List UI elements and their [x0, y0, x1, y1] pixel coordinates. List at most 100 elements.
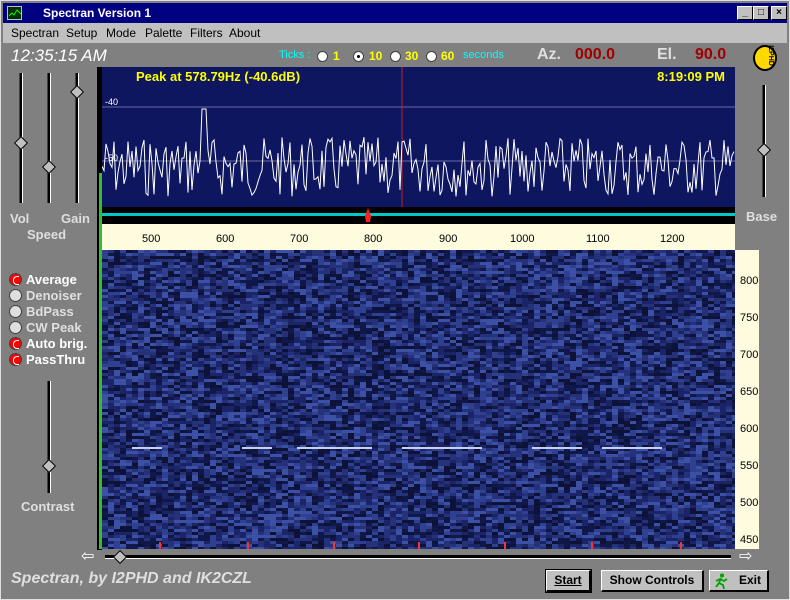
spectrum-display[interactable]: Peak at 578.79Hz (-40.6dB) 8:19:09 PM -4…	[102, 67, 735, 207]
speed-slider-thumb[interactable]	[41, 159, 57, 175]
minimize-button[interactable]: _	[737, 6, 753, 20]
base-slider-thumb[interactable]	[756, 142, 772, 158]
toggle-passthru[interactable]: PassThru	[9, 351, 99, 367]
passband-line	[102, 213, 735, 216]
menu-palette[interactable]: Palette	[145, 26, 182, 40]
gain-slider[interactable]	[69, 73, 85, 203]
tick-radio-60[interactable]	[426, 51, 437, 62]
toggle-bdpass[interactable]: BdPass	[9, 303, 99, 319]
title-bar: Spectran Version 1 _ □ ×	[3, 3, 787, 23]
peak-time: 8:19:09 PM	[657, 69, 725, 84]
vol-slider-thumb[interactable]	[13, 135, 29, 151]
db-label-minus-40: -40	[105, 97, 119, 107]
speed-slider-track	[47, 73, 51, 203]
freq-tick: 1000	[510, 233, 535, 245]
close-button[interactable]: ×	[771, 6, 787, 20]
vol-slider[interactable]	[13, 73, 29, 203]
peak-readout: Peak at 578.79Hz (-40.6dB)	[136, 69, 301, 84]
toggle-denoiser[interactable]: Denoiser	[9, 287, 99, 303]
spectrum-trace	[102, 67, 735, 207]
freq-tick: 1200	[660, 233, 685, 245]
menu-bar: Spectran Setup Mode Palette Filters Abou…	[3, 23, 787, 43]
show-controls-label: Show Controls	[609, 573, 695, 587]
frequency-axis: 500 600 700 800 900 1000 1100 1200	[102, 224, 735, 250]
toggle-label: PassThru	[26, 352, 86, 367]
db-label-minus-50: -50	[105, 153, 119, 163]
base-label: Base	[746, 209, 778, 224]
waterfall-image	[102, 250, 735, 549]
start-button[interactable]: Start	[545, 569, 592, 593]
tick-option-1[interactable]: 1	[333, 49, 340, 63]
gain-label: Gain	[61, 211, 90, 226]
menu-mode[interactable]: Mode	[106, 26, 136, 40]
wf-tick: 600	[740, 423, 759, 435]
toggle-indicator	[9, 321, 22, 334]
contrast-label: Contrast	[21, 499, 75, 514]
i2phd-logo[interactable]: I2PHD	[753, 45, 777, 71]
wf-tick: 550	[740, 460, 759, 472]
wf-tick: 700	[740, 349, 759, 361]
seconds-label: seconds	[463, 49, 504, 61]
toggle-indicator	[9, 305, 22, 318]
tick-option-10[interactable]: 10	[369, 49, 382, 63]
contrast-slider[interactable]	[41, 381, 57, 493]
scroll-right-arrow-icon[interactable]: ⇨	[739, 549, 759, 566]
freq-tick: 900	[439, 233, 458, 245]
logo-text: I2PHD	[766, 45, 774, 66]
tick-radio-1[interactable]	[317, 51, 328, 62]
speed-slider[interactable]	[41, 73, 57, 203]
ticks-label: Ticks :	[279, 49, 311, 61]
freq-tick: 700	[290, 233, 309, 245]
tuning-marker-icon[interactable]	[365, 208, 371, 222]
start-button-label: Start	[554, 573, 582, 587]
toggle-average[interactable]: Average	[9, 271, 99, 287]
menu-setup[interactable]: Setup	[66, 26, 97, 40]
tick-radio-10[interactable]	[353, 51, 364, 62]
info-bar: 12:35:15 AM Ticks : 1 10 30 60 seconds A…	[3, 43, 787, 71]
scroll-left-arrow-icon[interactable]: ⇦	[81, 549, 101, 566]
freq-tick: 600	[216, 233, 235, 245]
exit-button-label: Exit	[738, 573, 761, 587]
tuning-marker-bar[interactable]	[102, 207, 735, 224]
contrast-slider-thumb[interactable]	[41, 458, 57, 474]
horizontal-scroll-track[interactable]	[105, 555, 731, 559]
vol-label: Vol	[10, 211, 30, 226]
elevation-value: 90.0	[695, 46, 727, 63]
toggle-auto-brig[interactable]: Auto brig.	[9, 335, 99, 351]
spectran-window: Spectran Version 1 _ □ × Spectran Setup …	[0, 0, 790, 600]
base-slider[interactable]	[756, 85, 772, 197]
freq-tick: 1100	[586, 233, 610, 245]
horizontal-scroll-thumb[interactable]	[112, 549, 128, 565]
spectrum-app-icon[interactable]	[7, 6, 22, 20]
toggle-label: Average	[26, 272, 77, 287]
wf-tick: 750	[740, 312, 759, 324]
tick-option-30[interactable]: 30	[405, 49, 418, 63]
menu-about[interactable]: About	[229, 26, 260, 40]
tick-option-60[interactable]: 60	[441, 49, 454, 63]
toggle-cw-peak[interactable]: CW Peak	[9, 319, 99, 335]
toggle-label: BdPass	[26, 304, 74, 319]
toggle-label: Denoiser	[26, 288, 82, 303]
credits-text: Spectran, by I2PHD and IK2CZL	[11, 570, 252, 587]
maximize-button[interactable]: □	[753, 6, 769, 20]
gain-slider-thumb[interactable]	[69, 84, 85, 100]
freq-tick: 800	[364, 233, 383, 245]
menu-filters[interactable]: Filters	[190, 26, 223, 40]
azimuth-value: 000.0	[575, 46, 616, 63]
tick-radio-30[interactable]	[390, 51, 401, 62]
elevation-label: El.	[657, 46, 677, 63]
running-man-icon	[715, 573, 728, 589]
show-controls-button[interactable]: Show Controls	[601, 570, 704, 592]
toggle-indicator	[9, 337, 22, 350]
toggle-label: CW Peak	[26, 320, 82, 335]
base-slider-track	[762, 85, 766, 197]
azimuth-label: Az.	[537, 46, 561, 63]
exit-button[interactable]: Exit	[709, 570, 769, 592]
toggle-indicator	[9, 289, 22, 302]
toggle-indicator	[9, 353, 22, 366]
freq-tick: 500	[142, 233, 161, 245]
toggle-label: Auto brig.	[26, 336, 88, 351]
waterfall-display[interactable]	[102, 250, 735, 549]
speed-label: Speed	[27, 227, 67, 242]
menu-spectran[interactable]: Spectran	[11, 26, 59, 40]
